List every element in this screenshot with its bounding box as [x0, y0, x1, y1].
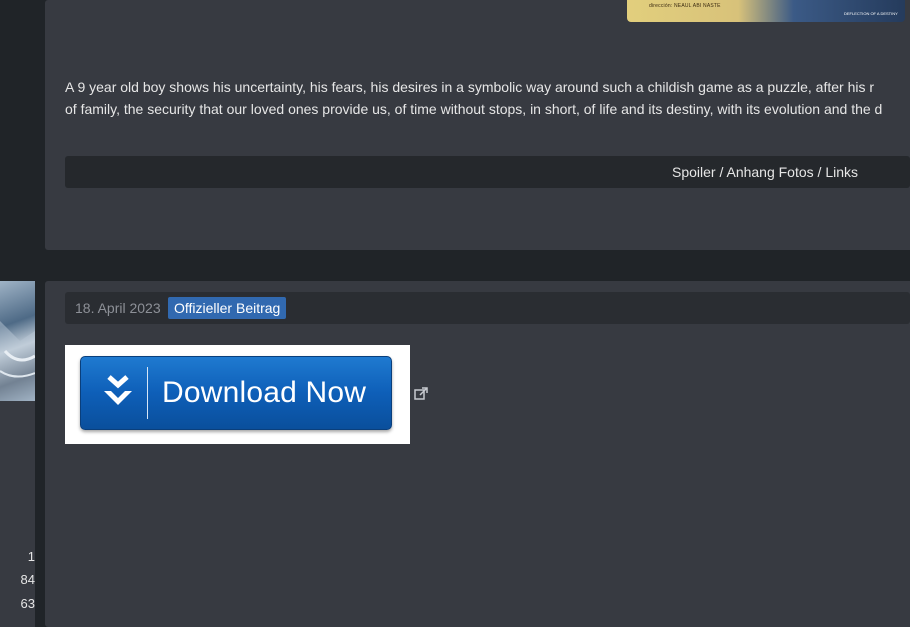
poster-credit-text: dirección: NEAUL ABI NASTE [649, 3, 721, 9]
official-post-badge: Offizieller Beitrag [168, 297, 287, 319]
button-divider [147, 367, 148, 419]
user-stat-3: 63 [20, 596, 35, 611]
user-stat-2: 84 [20, 572, 35, 587]
double-chevron-down-icon [101, 375, 135, 420]
download-now-button[interactable]: Download Now [80, 356, 392, 430]
movie-poster-image[interactable]: dirección: NEAUL ABI NASTE DEFLECTION OF… [627, 0, 905, 22]
description-line-2: of family, the security that our loved o… [65, 101, 883, 117]
avatar[interactable] [0, 281, 35, 401]
post-header: 18. April 2023 Offizieller Beitrag [65, 292, 910, 324]
spoiler-label: Spoiler / Anhang Fotos / Links [672, 164, 858, 180]
post-date[interactable]: 18. April 2023 [75, 300, 161, 316]
poster-subtitle-text: DEFLECTION OF A DESTINY [844, 11, 898, 16]
user-stat-1: 1 [27, 549, 35, 564]
external-link-icon[interactable] [414, 387, 428, 406]
post-content-2 [45, 281, 910, 627]
sidebar-gutter [0, 0, 35, 250]
download-link[interactable]: Download Now [65, 345, 410, 444]
spoiler-toggle[interactable]: Spoiler / Anhang Fotos / Links [65, 156, 910, 188]
description-line-1: A 9 year old boy shows his uncertainty, … [65, 79, 875, 95]
post-content-1 [45, 0, 910, 250]
post-description: A 9 year old boy shows his uncertainty, … [65, 76, 910, 120]
download-label: Download Now [162, 376, 367, 409]
